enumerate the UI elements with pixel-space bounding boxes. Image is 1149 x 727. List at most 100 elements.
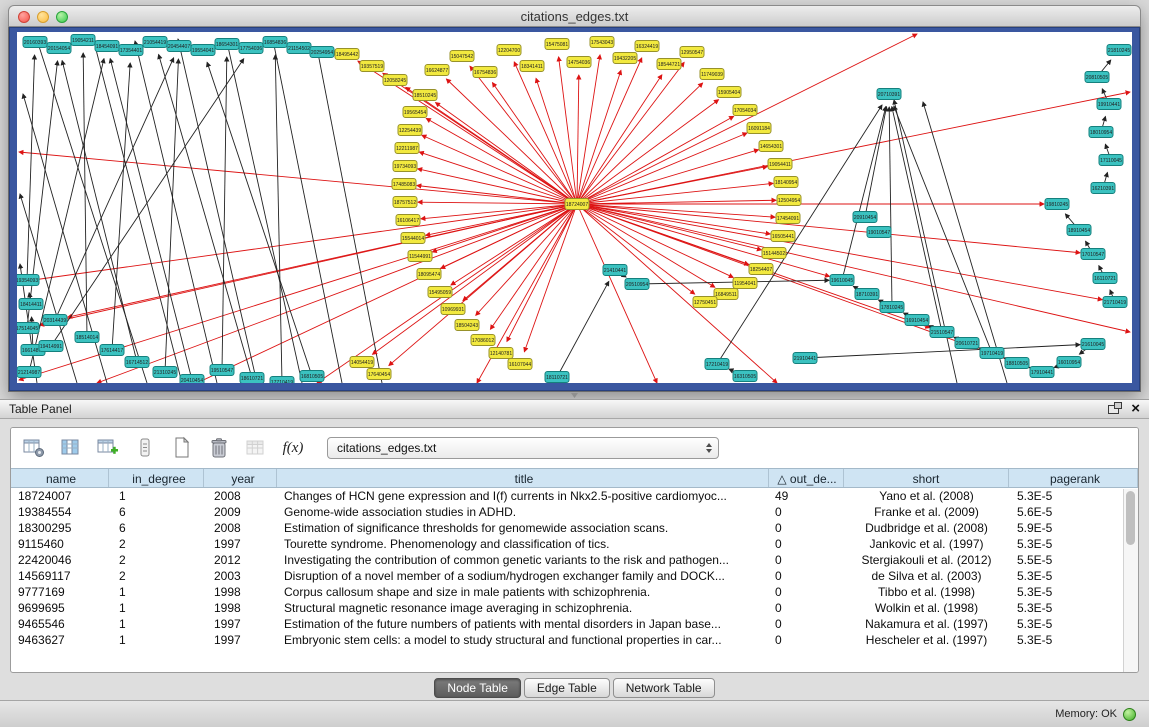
graph-node-label: 19354093 — [17, 278, 38, 284]
import-table-icon[interactable] — [243, 435, 269, 461]
table-cell: 22420046 — [11, 552, 109, 568]
zoom-window-button[interactable] — [56, 11, 68, 23]
tab-node-table[interactable]: Node Table — [434, 678, 521, 698]
table-cell: Changes of HCN gene expression and I(f) … — [277, 488, 769, 504]
graph-node-label: 15475081 — [546, 42, 568, 48]
table-row[interactable]: 969969511998Structural magnetic resonanc… — [11, 600, 1138, 616]
graph-node-label: 19010547 — [868, 230, 890, 236]
graph-edge — [577, 75, 662, 204]
panel-splitter[interactable] — [0, 392, 1149, 399]
close-panel-icon[interactable]: × — [1131, 403, 1140, 415]
table-cell: 1 — [109, 616, 204, 632]
graph-node-label: 21214987 — [18, 370, 40, 376]
tab-edge-table[interactable]: Edge Table — [524, 678, 610, 698]
table-cell: 5.3E-5 — [1009, 600, 1138, 616]
graph-node-label: 18514014 — [76, 335, 98, 341]
column-header-title[interactable]: title — [277, 469, 769, 487]
table-cell: 5.3E-5 — [1009, 632, 1138, 648]
graph-node-label: 21910441 — [794, 356, 816, 362]
graph-edge — [577, 204, 733, 277]
graph-edge — [62, 61, 137, 362]
table-cell: 0 — [769, 504, 844, 520]
table-cell: Corpus callosum shape and size in male p… — [277, 584, 769, 600]
graph-node-label: 17010547 — [1082, 252, 1104, 258]
delete-table-icon[interactable] — [206, 435, 232, 461]
table-cell: 5.9E-5 — [1009, 520, 1138, 536]
float-panel-icon[interactable] — [1108, 405, 1119, 414]
function-builder-icon[interactable]: f(x) — [280, 435, 306, 461]
tab-network-table[interactable]: Network Table — [613, 678, 715, 698]
graph-edge — [418, 202, 577, 204]
table-cell: Estimation of significance thresholds fo… — [277, 520, 769, 536]
graph-edge — [317, 48, 382, 383]
graph-edge — [273, 40, 342, 383]
table-scrollbar[interactable] — [1123, 489, 1138, 672]
graph-edge — [577, 150, 759, 204]
table-cell: Nakamura et al. (1997) — [844, 616, 1009, 632]
graph-edge — [577, 204, 657, 383]
graph-node-label: 20454407 — [168, 44, 190, 50]
table-mode-icon[interactable] — [21, 435, 47, 461]
graph-edge — [577, 204, 1080, 253]
graph-edge — [577, 55, 600, 204]
splitter-grip-icon — [571, 393, 578, 398]
table-cell: Tibbo et al. (1998) — [844, 584, 1009, 600]
column-header-in-degree[interactable]: in_degree — [109, 469, 204, 487]
graph-node-label: 18495442 — [336, 52, 358, 58]
column-header-out-degree[interactable]: △ out_de... — [769, 469, 844, 487]
column-header-short[interactable]: short — [844, 469, 1009, 487]
table-select-dropdown[interactable]: citations_edges.txt — [327, 437, 719, 459]
minimize-window-button[interactable] — [37, 11, 49, 23]
column-header-pagerank[interactable]: pagerank — [1009, 469, 1138, 487]
graph-node-label: 12750451 — [694, 300, 716, 306]
row-tools-icon[interactable] — [132, 435, 158, 461]
graph-edge — [222, 57, 227, 370]
table-row[interactable]: 946362711997Embryonic stem cells: a mode… — [11, 632, 1138, 648]
graph-node-label: 19734093 — [394, 164, 416, 170]
graph-node-label: 18095474 — [418, 272, 440, 278]
graph-edge — [536, 78, 577, 204]
graph-node-label: 16754836 — [474, 70, 496, 76]
graph-node-label: 18757512 — [394, 200, 416, 206]
graph-node-label: 19610045 — [831, 278, 853, 284]
new-table-icon[interactable] — [169, 435, 195, 461]
graph-node-label: 11749039 — [701, 72, 723, 78]
create-column-icon[interactable] — [95, 435, 121, 461]
graph-node-label: 19810245 — [1046, 202, 1068, 208]
close-window-button[interactable] — [18, 11, 30, 23]
table-cell: 1998 — [204, 600, 277, 616]
table-cell: Structural magnetic resonance image aver… — [277, 600, 769, 616]
graph-node-label: 18910454 — [1068, 228, 1090, 234]
graph-node-label: 20410454 — [181, 378, 203, 383]
table-scrollbar-thumb[interactable] — [1126, 491, 1135, 545]
graph-node-label: 12504954 — [778, 198, 800, 204]
table-toolbar: f(x) citations_edges.txt — [11, 428, 1138, 468]
graph-node-label: 18710391 — [856, 292, 878, 298]
select-columns-icon[interactable] — [58, 435, 84, 461]
table-row[interactable]: 1872400712008Changes of HCN gene express… — [11, 488, 1138, 504]
table-row[interactable]: 1830029562008Estimation of significance … — [11, 520, 1138, 536]
graph-node-label: 21810245 — [1108, 48, 1130, 54]
graph-node-label: 18544721 — [658, 62, 680, 68]
table-cell: Yano et al. (2008) — [844, 488, 1009, 504]
column-header-name[interactable]: name — [11, 469, 109, 487]
graph-node-label: 15047542 — [451, 54, 473, 60]
table-row[interactable]: 2242004622012Investigating the contribut… — [11, 552, 1138, 568]
table-row[interactable]: 1938455462009Genome-wide association stu… — [11, 504, 1138, 520]
graph-node-label: 17454091 — [777, 216, 799, 222]
table-row[interactable]: 977716911998Corpus callosum shape and si… — [11, 584, 1138, 600]
table-cell: 5.6E-5 — [1009, 504, 1138, 520]
column-header-year[interactable]: year — [204, 469, 277, 487]
table-cell: Hescheler et al. (1997) — [844, 632, 1009, 648]
graph-node-label: 16505441 — [772, 234, 794, 240]
graph-node-label: 15544014 — [402, 236, 424, 242]
graph-node-label: 20154054 — [48, 46, 70, 52]
table-cell: 1 — [109, 488, 204, 504]
network-canvas[interactable]: 1872400718510245195654541225443912211987… — [17, 32, 1132, 383]
table-row[interactable]: 911546021997Tourette syndrome. Phenomeno… — [11, 536, 1138, 552]
table-row[interactable]: 946554611997Estimation of the future num… — [11, 616, 1138, 632]
table-row[interactable]: 1456911722003Disruption of a novel membe… — [11, 568, 1138, 584]
table-cell: 19384554 — [11, 504, 109, 520]
window-titlebar[interactable]: citations_edges.txt — [8, 5, 1141, 27]
graph-node-label: 21310245 — [154, 370, 176, 376]
